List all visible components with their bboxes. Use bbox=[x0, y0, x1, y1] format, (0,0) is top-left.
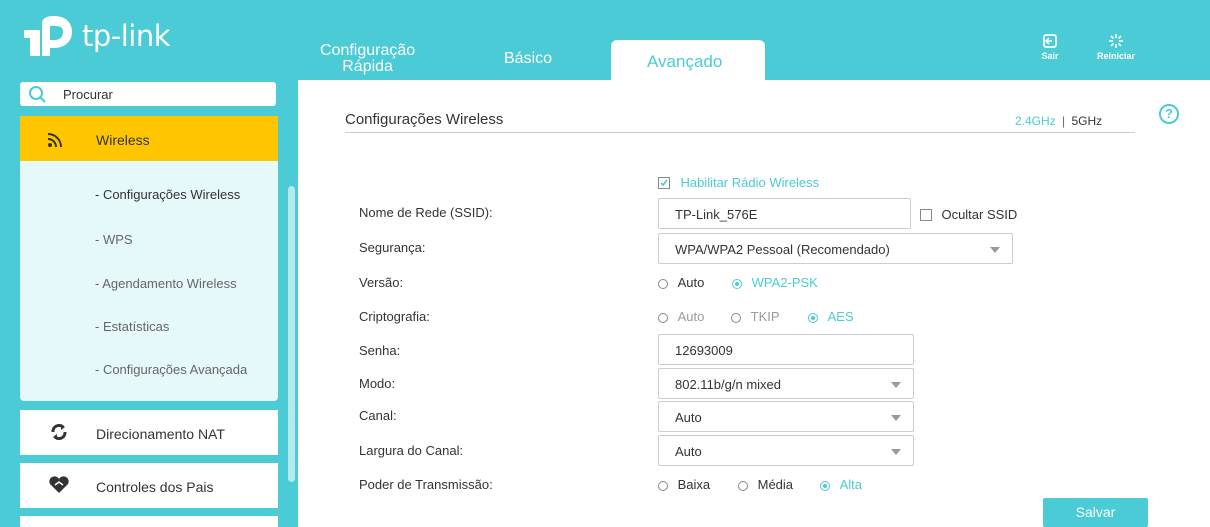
submenu-statistics[interactable]: - Estatísticas bbox=[95, 319, 169, 334]
top-bar bbox=[0, 0, 1210, 80]
tp-link-logo-icon bbox=[24, 16, 72, 56]
logout-button[interactable]: Sair bbox=[1036, 33, 1064, 61]
submenu-wps[interactable]: - WPS bbox=[95, 232, 133, 247]
sidebar-item-nat-label: Direcionamento NAT bbox=[96, 426, 225, 442]
crypto-auto-radio[interactable]: Auto bbox=[658, 309, 704, 324]
enable-radio-label: Habilitar Rádio Wireless bbox=[680, 175, 820, 190]
tab-advanced-label: Avançado bbox=[647, 52, 723, 71]
version-auto-label: Auto bbox=[677, 275, 705, 290]
nat-forwarding-icon bbox=[51, 424, 67, 440]
tab-quick-setup[interactable]: Configuração Rápida bbox=[320, 43, 415, 75]
password-label: Senha: bbox=[359, 343, 401, 358]
hide-ssid-label: Ocultar SSID bbox=[941, 207, 1018, 222]
ssid-input[interactable]: TP-Link_576E bbox=[658, 198, 911, 229]
password-input[interactable]: 12693009 bbox=[658, 334, 914, 365]
chevron-down-icon bbox=[891, 449, 901, 455]
version-wpa2-radio[interactable]: WPA2-PSK bbox=[732, 275, 818, 290]
sidebar-item-wireless[interactable]: Wireless bbox=[20, 116, 278, 161]
crypto-label: Criptografia: bbox=[359, 309, 430, 324]
brand-name: tp-link bbox=[82, 19, 171, 53]
tx-power-mid-radio[interactable]: Média bbox=[738, 477, 793, 492]
channel-width-select[interactable]: Auto bbox=[658, 435, 914, 466]
radio-icon bbox=[738, 480, 748, 491]
sidebar-item-parental[interactable]: Controles dos Pais bbox=[20, 463, 278, 508]
chevron-down-icon bbox=[891, 415, 901, 421]
page-title: Configurações Wireless bbox=[345, 111, 504, 128]
mode-select[interactable]: 802.11b/g/n mixed bbox=[658, 368, 914, 399]
band-5ghz[interactable]: 5GHz bbox=[1072, 114, 1103, 128]
crypto-tkip-radio[interactable]: TKIP bbox=[731, 309, 780, 324]
radio-selected-icon bbox=[732, 278, 742, 289]
tx-power-mid-label: Média bbox=[757, 477, 794, 492]
channel-width-label: Largura do Canal: bbox=[359, 443, 464, 458]
tx-power-high-label: Alta bbox=[839, 477, 863, 492]
tx-power-low-radio[interactable]: Baixa bbox=[658, 477, 710, 492]
search-input[interactable]: Procurar bbox=[20, 82, 276, 106]
channel-width-value: Auto bbox=[675, 444, 702, 459]
logout-icon bbox=[1043, 34, 1057, 48]
chevron-down-icon bbox=[891, 382, 901, 388]
tab-advanced[interactable]: Avançado bbox=[611, 40, 765, 80]
version-label: Versão: bbox=[359, 275, 404, 290]
tx-power-low-label: Baixa bbox=[677, 477, 711, 492]
submenu-wireless-settings[interactable]: - Configurações Wireless bbox=[95, 187, 240, 202]
checkbox-unchecked-icon bbox=[920, 208, 932, 221]
ssid-value: TP-Link_576E bbox=[675, 207, 758, 222]
version-wpa2-label: WPA2-PSK bbox=[751, 275, 818, 290]
search-label: Procurar bbox=[63, 87, 113, 102]
band-separator: | bbox=[1062, 114, 1066, 128]
enable-radio-checkbox[interactable]: Habilitar Rádio Wireless bbox=[658, 174, 819, 192]
sidebar-item-wireless-label: Wireless bbox=[96, 132, 150, 148]
reboot-button[interactable]: Reiniciar bbox=[1094, 33, 1138, 61]
sidebar-item-parental-label: Controles dos Pais bbox=[96, 479, 214, 495]
channel-select[interactable]: Auto bbox=[658, 401, 914, 432]
crypto-aes-radio[interactable]: AES bbox=[808, 309, 854, 324]
crypto-aes-label: AES bbox=[827, 309, 854, 324]
sidebar-item-nat[interactable]: Direcionamento NAT bbox=[20, 410, 278, 455]
radio-icon bbox=[731, 312, 741, 323]
security-value: WPA/WPA2 Pessoal (Recomendado) bbox=[675, 242, 890, 257]
submenu-wireless-schedule[interactable]: - Agendamento Wireless bbox=[95, 276, 237, 291]
radio-selected-icon bbox=[820, 480, 830, 491]
parental-controls-icon bbox=[49, 476, 69, 493]
reboot-label: Reiniciar bbox=[1096, 51, 1136, 61]
search-icon bbox=[29, 86, 46, 103]
band-24ghz[interactable]: 2.4GHz bbox=[1015, 114, 1056, 128]
channel-value: Auto bbox=[675, 410, 702, 425]
submenu-advanced-settings[interactable]: - Configurações Avançada bbox=[95, 362, 247, 377]
tx-power-label: Poder de Transmissão: bbox=[359, 477, 493, 492]
title-divider bbox=[345, 132, 1135, 133]
security-select[interactable]: WPA/WPA2 Pessoal (Recomendado) bbox=[658, 233, 1013, 264]
sidebar-item-next[interactable] bbox=[20, 516, 278, 527]
crypto-auto-label: Auto bbox=[677, 309, 705, 324]
reboot-icon bbox=[1109, 34, 1123, 48]
chevron-down-icon bbox=[990, 247, 1000, 253]
radio-icon bbox=[658, 278, 668, 289]
mode-label: Modo: bbox=[359, 376, 396, 391]
channel-label: Canal: bbox=[359, 408, 397, 423]
sidebar-scrollbar[interactable] bbox=[288, 186, 295, 482]
version-auto-radio[interactable]: Auto bbox=[658, 275, 704, 290]
radio-icon bbox=[658, 480, 668, 491]
mode-value: 802.11b/g/n mixed bbox=[675, 377, 781, 392]
security-label: Segurança: bbox=[359, 240, 426, 255]
tab-quick-setup-line1: Configuração bbox=[320, 42, 416, 59]
save-button[interactable]: Salvar bbox=[1043, 498, 1148, 527]
tx-power-high-radio[interactable]: Alta bbox=[820, 477, 862, 492]
ssid-label: Nome de Rede (SSID): bbox=[359, 205, 493, 220]
radio-selected-icon bbox=[808, 312, 818, 323]
band-selector: 2.4GHz | 5GHz bbox=[1015, 114, 1102, 128]
help-icon[interactable]: ? bbox=[1159, 104, 1179, 124]
password-value: 12693009 bbox=[675, 343, 733, 358]
hide-ssid-checkbox[interactable]: Ocultar SSID bbox=[920, 206, 1017, 224]
wifi-icon bbox=[47, 133, 62, 148]
crypto-tkip-label: TKIP bbox=[750, 309, 780, 324]
wireless-submenu: - Configurações Wireless - WPS - Agendam… bbox=[20, 161, 278, 401]
tab-basic[interactable]: Básico bbox=[504, 51, 552, 67]
tp-link-logo: tp-link bbox=[20, 14, 171, 58]
tab-quick-setup-line2: Rápida bbox=[342, 58, 393, 75]
logout-label: Sair bbox=[1041, 51, 1059, 61]
radio-icon bbox=[658, 312, 668, 323]
checkbox-checked-icon bbox=[658, 176, 670, 189]
